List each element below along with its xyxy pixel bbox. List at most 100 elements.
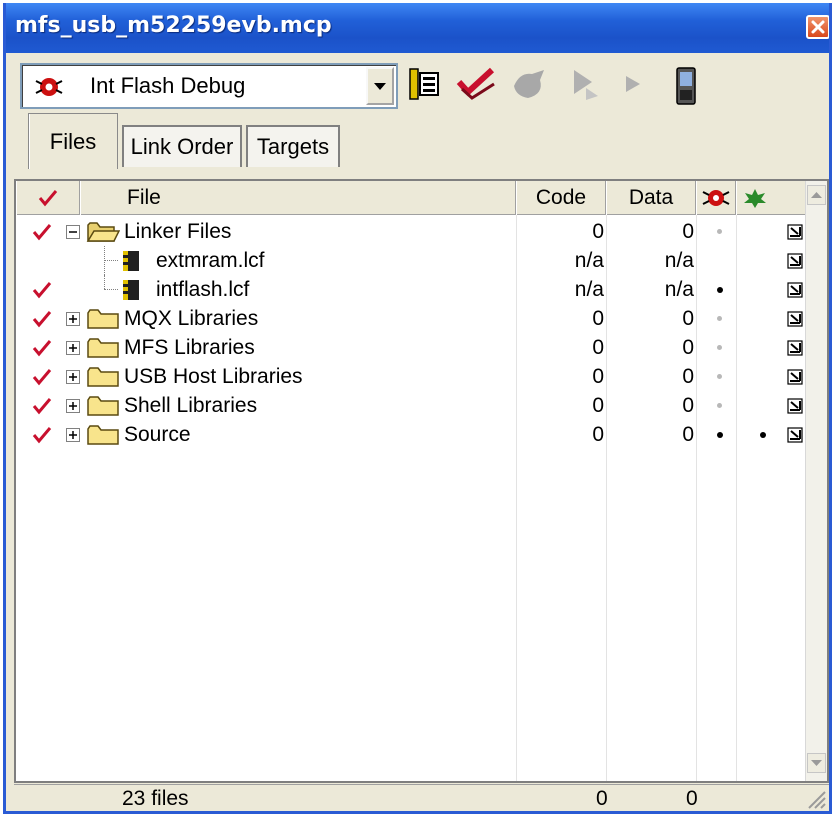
- file-name: MQX Libraries: [124, 307, 259, 330]
- code-size: 0: [592, 307, 604, 330]
- debug-marker[interactable]: [717, 316, 722, 321]
- list-header: File Code Data: [16, 181, 811, 215]
- lcf-file-icon: [123, 280, 139, 300]
- touch-icon[interactable]: [786, 310, 804, 328]
- header-profile[interactable]: [736, 181, 811, 215]
- build-target-select[interactable]: Int Flash Debug: [20, 63, 398, 109]
- target-settings-icon: [409, 68, 439, 100]
- debug-button[interactable]: [568, 66, 602, 107]
- make-icon: [514, 70, 544, 98]
- header-debug[interactable]: [696, 181, 736, 215]
- make-button[interactable]: [510, 66, 550, 107]
- tab-label: Targets: [256, 134, 330, 159]
- check-icon: [32, 369, 52, 386]
- table-row[interactable]: USB Host Libraries 0 0: [16, 362, 811, 391]
- touch-icon[interactable]: [786, 368, 804, 386]
- expand-icon[interactable]: [66, 399, 80, 413]
- data-size: 0: [682, 307, 694, 330]
- touch-icon[interactable]: [786, 223, 804, 241]
- folder-icon: [87, 396, 119, 416]
- check-icon: [456, 67, 495, 100]
- tab-label: Link Order: [130, 134, 234, 159]
- close-button[interactable]: [806, 15, 829, 39]
- expand-icon[interactable]: [66, 312, 80, 326]
- folder-open-icon: [86, 222, 121, 242]
- profile-marker[interactable]: [760, 432, 766, 438]
- scroll-down-button[interactable]: [807, 753, 826, 773]
- table-row[interactable]: extmram.lcf n/a n/a: [16, 246, 811, 275]
- tab-link-order[interactable]: Link Order: [122, 125, 242, 167]
- touch-icon[interactable]: [786, 397, 804, 415]
- touch-icon[interactable]: [786, 426, 804, 444]
- header-data[interactable]: Data: [606, 181, 696, 215]
- code-size: 0: [592, 336, 604, 359]
- build-target-value: Int Flash Debug: [90, 73, 246, 98]
- expand-icon[interactable]: [66, 370, 80, 384]
- header-file[interactable]: File: [80, 181, 516, 215]
- file-name: MFS Libraries: [124, 336, 255, 359]
- expand-icon[interactable]: [66, 428, 80, 442]
- status-bar: 23 files 0 0: [14, 784, 829, 811]
- window-title: mfs_usb_m52259evb.mcp: [15, 13, 332, 38]
- tab-files[interactable]: Files: [28, 113, 118, 169]
- run-button[interactable]: [618, 66, 648, 107]
- file-list[interactable]: File Code Data Linker Files 0 0 extmram.…: [14, 179, 829, 783]
- debug-marker[interactable]: [717, 374, 722, 379]
- header-code-label: Code: [535, 186, 587, 209]
- debug-marker[interactable]: [717, 403, 722, 408]
- debug-marker[interactable]: [717, 345, 722, 350]
- data-size: 0: [682, 394, 694, 417]
- code-total: 0: [596, 787, 608, 810]
- data-size: 0: [682, 220, 694, 243]
- header-file-label: File: [127, 186, 161, 209]
- scroll-up-button[interactable]: [807, 185, 826, 205]
- header-check[interactable]: [16, 181, 80, 215]
- device-button[interactable]: [674, 66, 698, 111]
- lcf-file-icon: [123, 251, 139, 271]
- resize-grip-icon[interactable]: [805, 788, 827, 810]
- data-size: 0: [682, 423, 694, 446]
- code-size: n/a: [574, 249, 604, 272]
- tab-label: Files: [49, 128, 97, 154]
- header-code[interactable]: Code: [516, 181, 606, 215]
- table-row[interactable]: MFS Libraries 0 0: [16, 333, 811, 362]
- table-row[interactable]: Source 0 0: [16, 420, 811, 449]
- expand-icon[interactable]: [66, 341, 80, 355]
- debug-icon: [574, 70, 598, 100]
- check-icon: [32, 224, 52, 241]
- file-name: Source: [124, 423, 191, 446]
- data-size: 0: [682, 365, 694, 388]
- table-row[interactable]: intflash.lcf n/a n/a: [16, 275, 811, 304]
- vertical-scrollbar[interactable]: [805, 181, 827, 781]
- debug-marker[interactable]: [717, 229, 722, 234]
- folder-icon: [87, 367, 119, 387]
- chevron-down-icon: [811, 760, 822, 766]
- code-size: 0: [592, 423, 604, 446]
- touch-icon[interactable]: [786, 252, 804, 270]
- folder-icon: [87, 338, 119, 358]
- data-total: 0: [686, 787, 698, 810]
- touch-icon[interactable]: [786, 281, 804, 299]
- tab-targets[interactable]: Targets: [246, 125, 340, 167]
- file-name: intflash.lcf: [156, 278, 250, 301]
- collapse-icon[interactable]: [66, 225, 80, 239]
- debug-marker[interactable]: [717, 287, 723, 293]
- code-size: n/a: [574, 278, 604, 301]
- table-row[interactable]: Linker Files 0 0: [16, 217, 811, 246]
- file-name: USB Host Libraries: [124, 365, 303, 388]
- debug-marker[interactable]: [717, 432, 723, 438]
- synchronize-button[interactable]: [456, 66, 496, 107]
- target-settings-button[interactable]: [406, 66, 442, 107]
- file-name: extmram.lcf: [156, 249, 265, 272]
- data-size: n/a: [664, 278, 694, 301]
- file-name: Shell Libraries: [124, 394, 258, 417]
- table-row[interactable]: Shell Libraries 0 0: [16, 391, 811, 420]
- project-window: mfs_usb_m52259evb.mcp Int Flash Debug Fi…: [3, 3, 832, 814]
- data-size: 0: [682, 336, 694, 359]
- touch-icon[interactable]: [786, 339, 804, 357]
- dropdown-button[interactable]: [366, 67, 394, 105]
- code-size: 0: [592, 220, 604, 243]
- table-row[interactable]: MQX Libraries 0 0: [16, 304, 811, 333]
- code-size: 0: [592, 365, 604, 388]
- check-icon: [32, 282, 52, 299]
